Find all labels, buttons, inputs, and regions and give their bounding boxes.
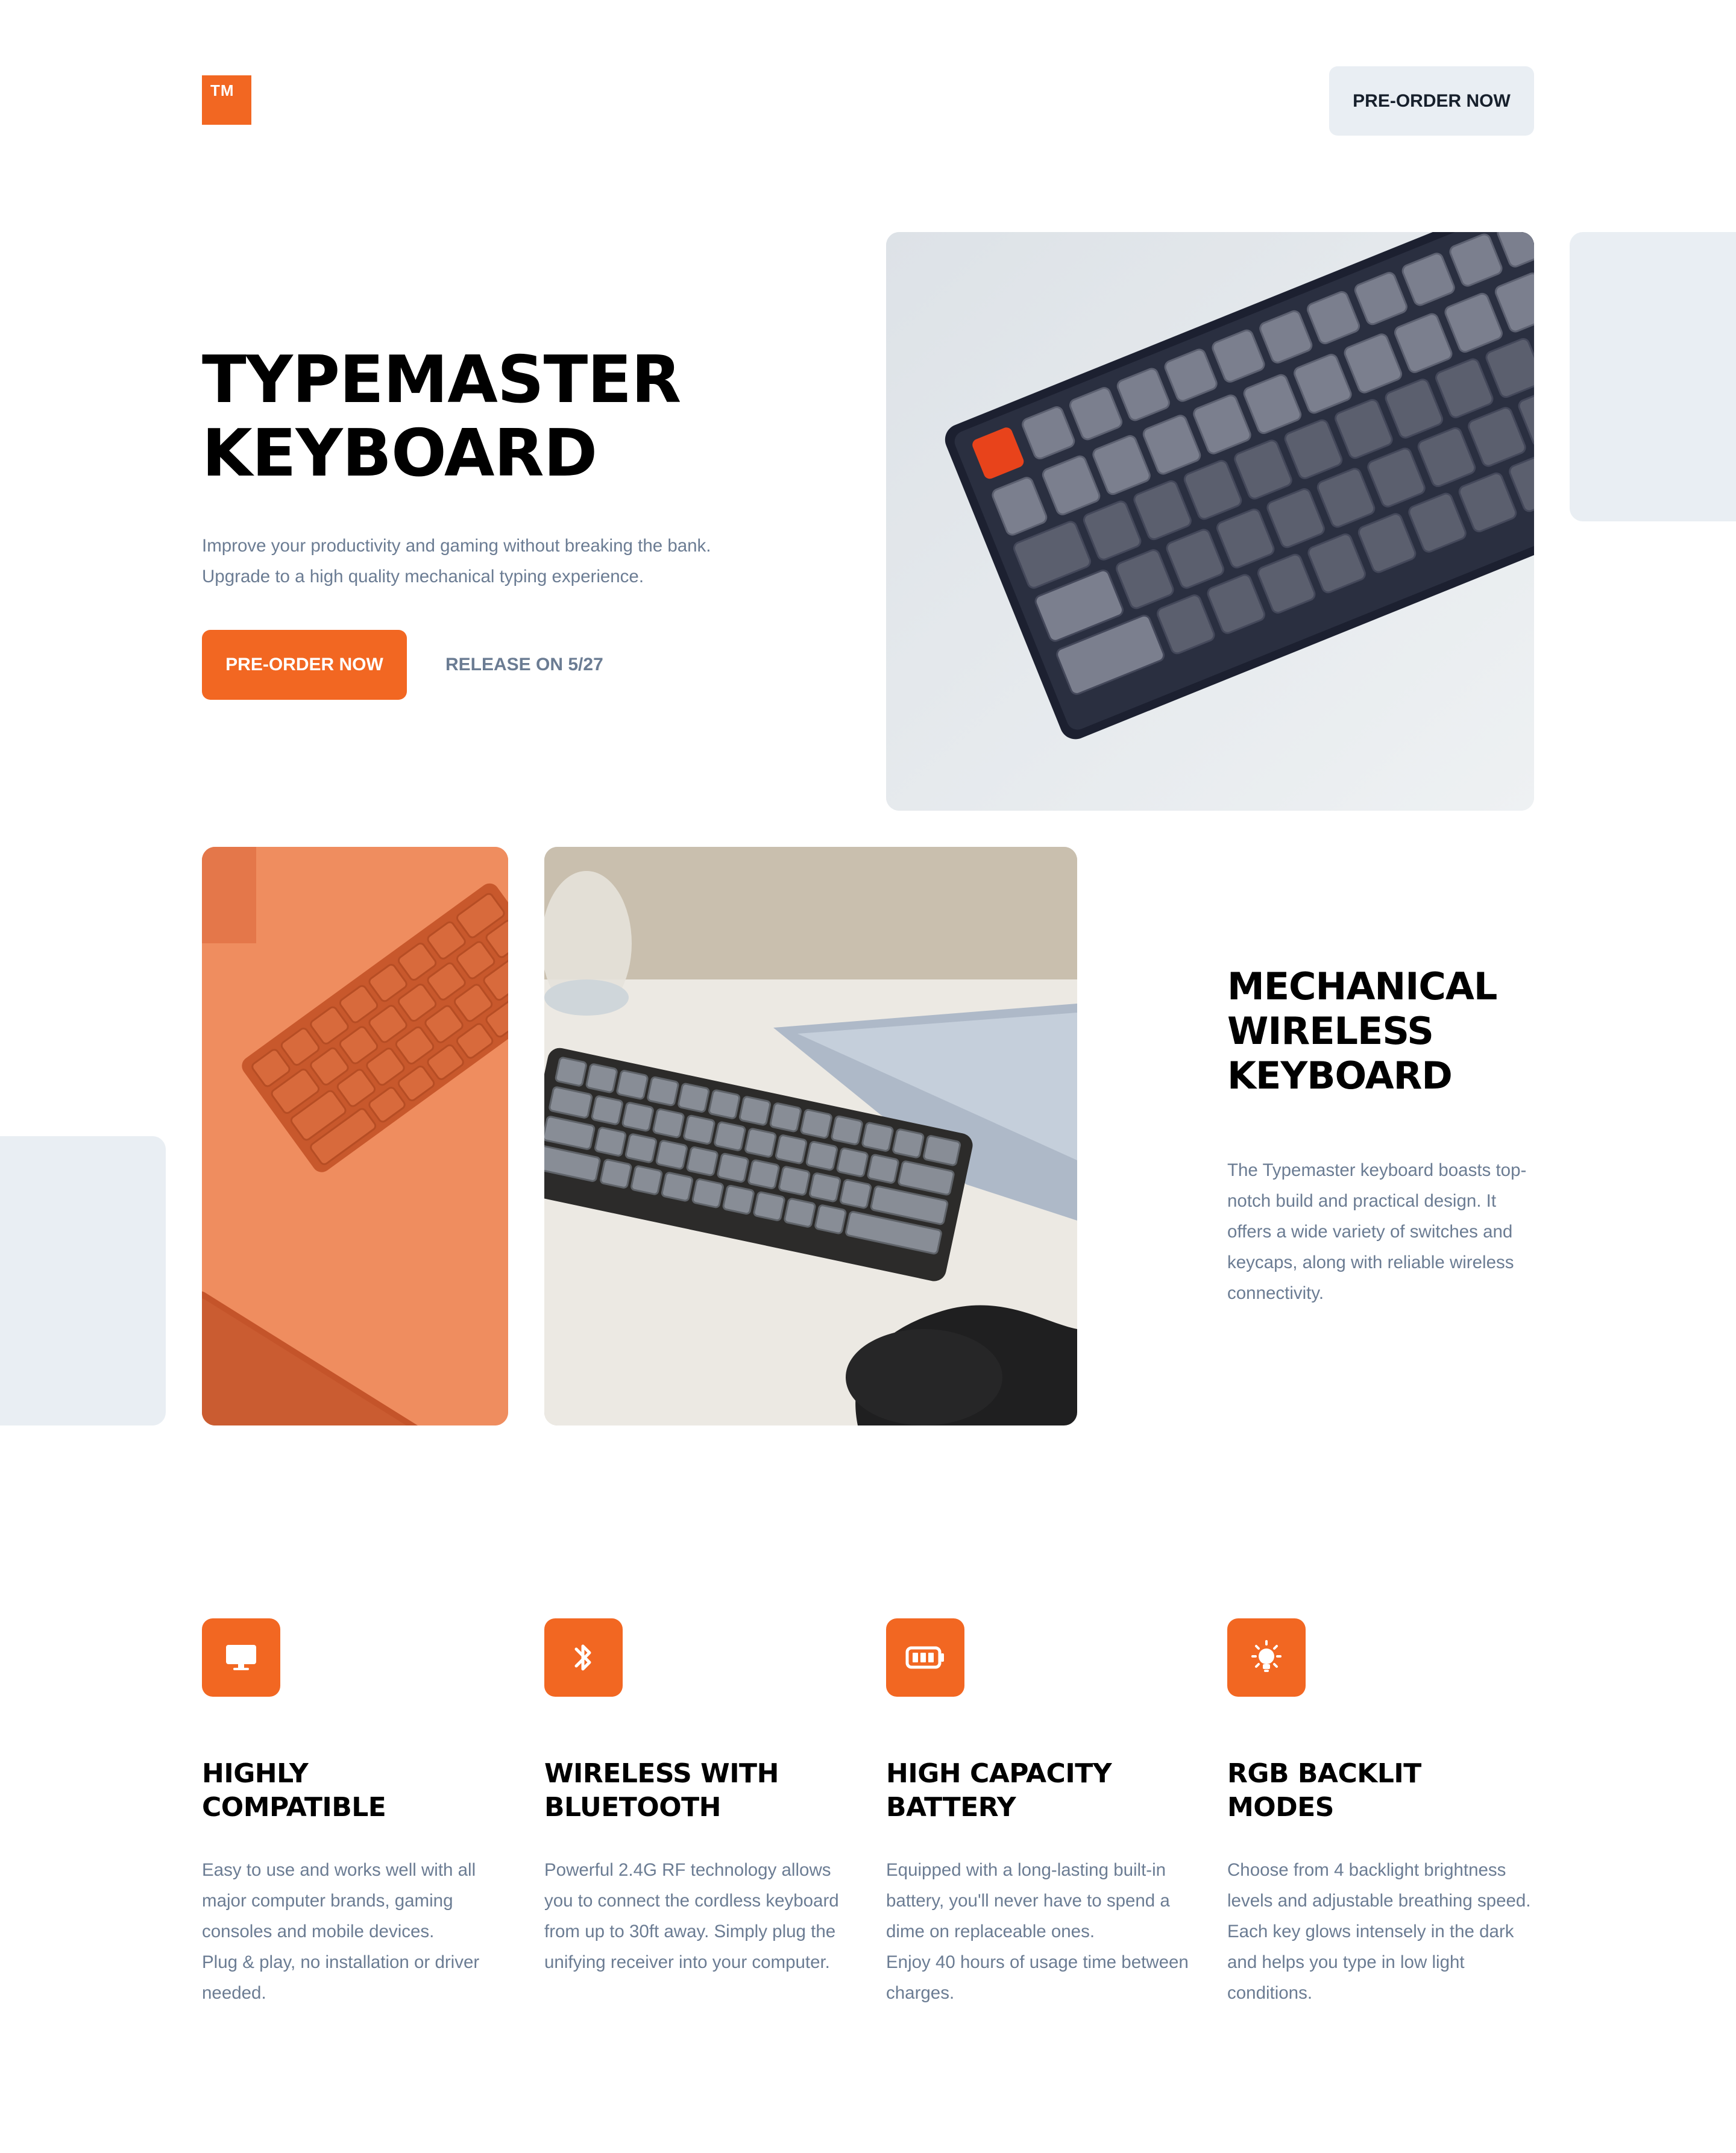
- decor-block-left: [0, 1136, 166, 1425]
- showcase-description: The Typemaster keyboard boasts top-notch…: [1227, 1160, 1527, 1303]
- feature-description: Choose from 4 backlight brightness level…: [1227, 1860, 1531, 2003]
- orange-keyboard-image: [202, 847, 508, 1425]
- monitor-icon: [202, 1618, 280, 1697]
- orange-photo-illustration: [202, 847, 508, 1425]
- feature-title: WIRELESS WITH BLUETOOTH: [544, 1758, 779, 1823]
- release-date-link[interactable]: RELEASE ON 5/27: [445, 630, 603, 700]
- feature-description: Equipped with a long-lasting built-in ba…: [886, 1860, 1189, 2003]
- desk-keyboard-image: [544, 847, 1077, 1425]
- feature-description: Easy to use and works well with all majo…: [202, 1860, 480, 2003]
- showcase-title: MECHANICAL WIRELESS KEYBOARD: [1227, 964, 1497, 1098]
- decor-block-right: [1570, 232, 1736, 521]
- feature-title: HIGHLY COMPATIBLE: [202, 1758, 386, 1823]
- hero-keyboard-image: [886, 232, 1534, 811]
- bluetooth-icon: [544, 1618, 623, 1697]
- hero-description: Improve your productivity and gaming wit…: [202, 536, 711, 586]
- header-preorder-button[interactable]: PRE-ORDER NOW: [1329, 66, 1534, 136]
- feature-title: HIGH CAPACITY BATTERY: [886, 1758, 1112, 1823]
- feature-title: RGB BACKLIT MODES: [1227, 1758, 1421, 1823]
- hero-title: TYPEMASTER KEYBOARD: [202, 342, 681, 491]
- logo[interactable]: TM: [202, 75, 251, 125]
- desk-photo-illustration: [544, 847, 1077, 1425]
- lightbulb-icon: [1227, 1618, 1306, 1697]
- feature-description: Powerful 2.4G RF technology allows you t…: [544, 1860, 839, 1972]
- battery-icon: [886, 1618, 964, 1697]
- hero-preorder-button[interactable]: PRE-ORDER NOW: [202, 630, 407, 700]
- feature-bluetooth: WIRELESS WITH BLUETOOTH Powerful 2.4G RF…: [544, 1618, 858, 1978]
- feature-battery: HIGH CAPACITY BATTERY Equipped with a lo…: [886, 1618, 1200, 2008]
- feature-compatible: HIGHLY COMPATIBLE Easy to use and works …: [202, 1618, 515, 2008]
- feature-rgb: RGB BACKLIT MODES Choose from 4 backligh…: [1227, 1618, 1541, 2008]
- keyboard-illustration: [886, 232, 1534, 811]
